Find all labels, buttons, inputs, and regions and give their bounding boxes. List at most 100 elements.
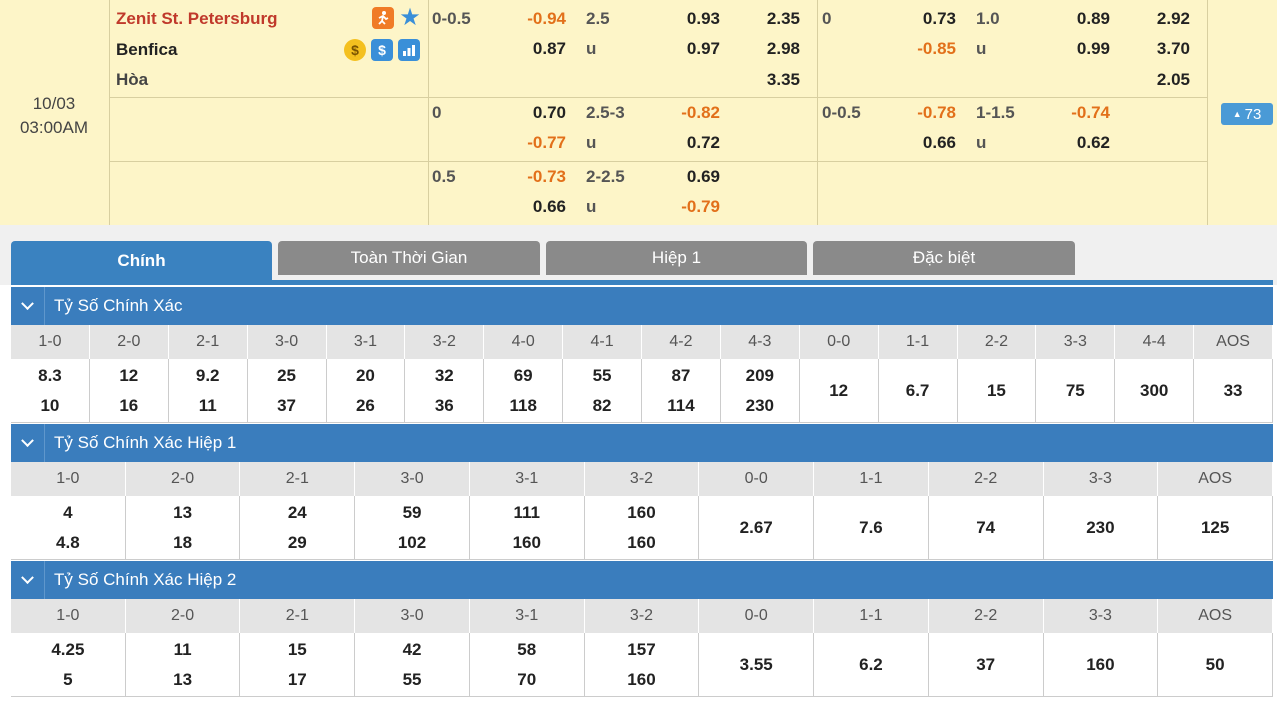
score-odds-cell[interactable]: 15 17 [240, 633, 356, 697]
score-odds-cell[interactable]: 8.3 10 [11, 359, 90, 423]
h1-under-odds[interactable]: 0.62 [1040, 133, 1110, 153]
score-odds-cell[interactable]: 32 36 [405, 359, 485, 423]
odds-secondary[interactable]: 16 [119, 391, 138, 421]
odds-primary[interactable]: 111 [514, 498, 541, 528]
odds-primary[interactable]: 74 [976, 513, 995, 543]
odds-primary[interactable]: 12 [119, 361, 138, 391]
score-odds-cell[interactable]: 33 [1194, 359, 1273, 423]
score-odds-cell[interactable]: 6.2 [814, 633, 929, 697]
score-odds-cell[interactable]: 4 4.8 [11, 496, 126, 560]
stats-icon[interactable] [398, 39, 420, 61]
score-odds-cell[interactable]: 6.7 [878, 359, 958, 423]
odds-primary[interactable]: 20 [356, 361, 375, 391]
odds-primary[interactable]: 75 [1066, 376, 1085, 406]
dollar-icon[interactable]: $ [371, 39, 393, 61]
score-odds-cell[interactable]: 160 160 [584, 496, 700, 560]
score-odds-cell[interactable]: 15 [957, 359, 1037, 423]
score-odds-cell[interactable]: 69 118 [484, 359, 564, 423]
odds-primary[interactable]: 25 [277, 361, 296, 391]
ft-handicap-home[interactable]: 0.70 [500, 103, 566, 123]
odds-primary[interactable]: 6.7 [906, 376, 930, 406]
odds-primary[interactable]: 3.55 [740, 650, 773, 680]
odds-secondary[interactable]: 29 [288, 528, 307, 558]
score-odds-cell[interactable]: 50 [1158, 633, 1273, 697]
star-icon[interactable]: ★ [399, 4, 421, 31]
section-header-correct-score-half-1[interactable]: Tỷ Số Chính Xác Hiệp 1 [11, 424, 1273, 462]
odds-primary[interactable]: 37 [976, 650, 995, 680]
ft-handicap-away[interactable]: 0.87 [500, 39, 566, 59]
odds-primary[interactable]: 300 [1140, 376, 1168, 406]
odds-secondary[interactable]: 114 [667, 391, 694, 421]
home-team-name[interactable]: Zenit St. Petersburg [116, 9, 278, 29]
score-odds-cell[interactable]: 4.25 5 [11, 633, 126, 697]
score-odds-cell[interactable]: 25 37 [247, 359, 327, 423]
odds-secondary[interactable]: 26 [356, 391, 375, 421]
odds-primary[interactable]: 15 [288, 635, 307, 665]
score-odds-cell[interactable]: 12 [799, 359, 879, 423]
score-odds-cell[interactable]: 42 55 [355, 633, 470, 697]
away-team-name[interactable]: Benfica [116, 40, 177, 60]
score-odds-cell[interactable]: 59 102 [355, 496, 470, 560]
chevron-down-icon[interactable] [11, 287, 45, 325]
odds-primary[interactable]: 13 [173, 498, 192, 528]
odds-secondary[interactable]: 102 [398, 528, 426, 558]
odds-secondary[interactable]: 4.8 [56, 528, 80, 558]
odds-primary[interactable]: 32 [435, 361, 454, 391]
score-odds-cell[interactable]: 3.55 [699, 633, 815, 697]
ft-handicap-home[interactable]: -0.73 [500, 167, 566, 187]
odds-primary[interactable]: 4.25 [51, 635, 84, 665]
ft-handicap-away[interactable]: 0.66 [500, 197, 566, 217]
odds-secondary[interactable]: 17 [288, 665, 307, 695]
h1-handicap-home[interactable]: -0.78 [890, 103, 956, 123]
score-odds-cell[interactable]: 37 [928, 633, 1044, 697]
score-odds-cell[interactable]: 20 26 [326, 359, 406, 423]
odds-secondary[interactable]: 230 [746, 391, 774, 421]
score-odds-cell[interactable]: 13 18 [125, 496, 241, 560]
chevron-down-icon[interactable] [11, 561, 45, 599]
odds-secondary[interactable]: 55 [403, 665, 422, 695]
odds-primary[interactable]: 209 [746, 361, 774, 391]
score-odds-cell[interactable]: 24 29 [240, 496, 356, 560]
odds-primary[interactable]: 160 [1086, 650, 1114, 680]
odds-secondary[interactable]: 160 [513, 528, 541, 558]
score-odds-cell[interactable]: 111 160 [469, 496, 585, 560]
score-odds-cell[interactable]: 209 230 [720, 359, 800, 423]
odds-secondary[interactable]: 5 [63, 665, 72, 695]
more-markets-button[interactable]: ▲ 73 [1221, 103, 1273, 125]
section-header-correct-score-half-2[interactable]: Tỷ Số Chính Xác Hiệp 2 [11, 561, 1273, 599]
score-odds-cell[interactable]: 87 114 [642, 359, 721, 423]
ft-over-odds[interactable]: 0.93 [650, 9, 720, 29]
score-odds-cell[interactable]: 230 [1043, 496, 1159, 560]
odds-primary[interactable]: 4 [63, 498, 72, 528]
h1-under-odds[interactable]: 0.99 [1040, 39, 1110, 59]
h1-handicap-away[interactable]: 0.66 [890, 133, 956, 153]
odds-primary[interactable]: 230 [1086, 513, 1114, 543]
odds-primary[interactable]: 15 [987, 376, 1006, 406]
tab-first-half[interactable]: Hiệp 1 [546, 241, 807, 275]
odds-primary[interactable]: 6.2 [859, 650, 883, 680]
odds-secondary[interactable]: 10 [40, 391, 59, 421]
odds-primary[interactable]: 12 [829, 376, 848, 406]
odds-primary[interactable]: 69 [514, 361, 533, 391]
h1-handicap-away[interactable]: -0.85 [890, 39, 956, 59]
ft-handicap-home[interactable]: -0.94 [500, 9, 566, 29]
odds-primary[interactable]: 33 [1224, 376, 1243, 406]
score-odds-cell[interactable]: 125 [1158, 496, 1273, 560]
score-odds-cell[interactable]: 9.2 11 [168, 359, 248, 423]
score-odds-cell[interactable]: 55 82 [563, 359, 642, 423]
odds-primary[interactable]: 11 [174, 635, 192, 665]
ft-over-odds[interactable]: -0.82 [650, 103, 720, 123]
score-odds-cell[interactable]: 74 [928, 496, 1044, 560]
live-icon[interactable] [372, 7, 394, 29]
h1-1x2-draw[interactable]: 2.05 [1120, 70, 1190, 90]
h1-handicap-home[interactable]: 0.73 [890, 9, 956, 29]
odds-secondary[interactable]: 82 [593, 391, 612, 421]
section-header-correct-score[interactable]: Tỷ Số Chính Xác [11, 287, 1273, 325]
tab-main[interactable]: Chính [11, 241, 272, 281]
odds-secondary[interactable]: 160 [627, 528, 655, 558]
odds-secondary[interactable]: 36 [435, 391, 454, 421]
ft-1x2-draw[interactable]: 3.35 [730, 70, 800, 90]
score-odds-cell[interactable]: 75 [1036, 359, 1116, 423]
odds-secondary[interactable]: 18 [173, 528, 192, 558]
odds-secondary[interactable]: 118 [509, 391, 536, 421]
